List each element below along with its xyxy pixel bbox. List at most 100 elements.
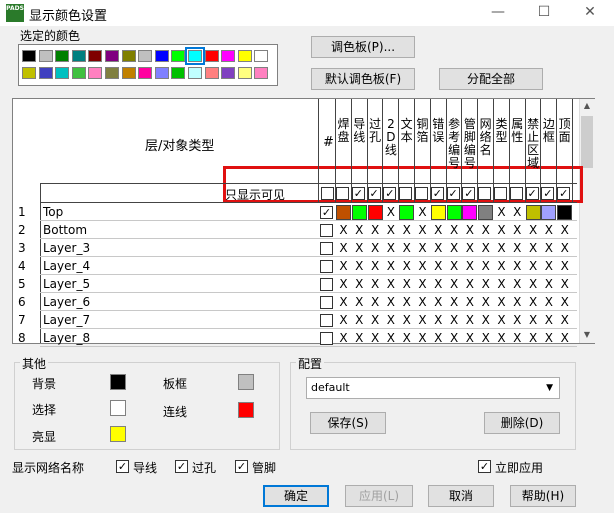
color-swatch[interactable] bbox=[55, 67, 70, 79]
color-swatch[interactable] bbox=[38, 50, 53, 62]
cancel-button[interactable]: 取消 bbox=[428, 485, 494, 507]
visible-only-checkbox[interactable]: ✓ bbox=[525, 187, 539, 200]
cell-disabled-mark[interactable]: X bbox=[399, 329, 414, 347]
visible-only-checkbox[interactable] bbox=[509, 187, 523, 200]
cell-disabled-mark[interactable]: X bbox=[478, 293, 493, 311]
cell-disabled-mark[interactable]: X bbox=[352, 239, 367, 257]
cell-disabled-mark[interactable]: X bbox=[415, 221, 430, 239]
cell-disabled-mark[interactable]: X bbox=[510, 311, 525, 329]
board-frame-color-sample[interactable] bbox=[238, 374, 254, 390]
cell-disabled-mark[interactable]: X bbox=[510, 221, 525, 239]
visible-only-checkbox[interactable]: ✓ bbox=[462, 187, 476, 200]
scroll-down-icon[interactable]: ▼ bbox=[581, 330, 593, 340]
cell-disabled-mark[interactable]: X bbox=[494, 239, 509, 257]
cell-disabled-mark[interactable]: X bbox=[336, 221, 351, 239]
cell-disabled-mark[interactable]: X bbox=[368, 293, 383, 311]
cell-disabled-mark[interactable]: X bbox=[368, 257, 383, 275]
cell-disabled-mark[interactable]: X bbox=[526, 239, 541, 257]
highlight-color-sample[interactable] bbox=[110, 426, 126, 442]
cell-disabled-mark[interactable]: X bbox=[383, 311, 398, 329]
cell-disabled-mark[interactable]: X bbox=[415, 293, 430, 311]
cell-disabled-mark[interactable]: X bbox=[399, 275, 414, 293]
cell-color[interactable] bbox=[367, 205, 383, 220]
selection-color-sample[interactable] bbox=[110, 400, 126, 416]
color-swatch[interactable] bbox=[154, 50, 169, 62]
scroll-up-icon[interactable]: ▲ bbox=[581, 101, 593, 111]
color-swatch[interactable] bbox=[254, 50, 269, 62]
cell-disabled-mark[interactable]: X bbox=[368, 311, 383, 329]
cell-disabled-mark[interactable]: X bbox=[431, 275, 446, 293]
layer-visible-checkbox[interactable]: ✓ bbox=[320, 206, 333, 219]
cell-disabled-mark[interactable]: X bbox=[462, 257, 477, 275]
cell-disabled-mark[interactable]: X bbox=[336, 293, 351, 311]
cell-disabled-mark[interactable]: X bbox=[526, 221, 541, 239]
layer-visible-checkbox[interactable] bbox=[320, 224, 333, 237]
cell-disabled-mark[interactable]: X bbox=[541, 329, 556, 347]
color-swatch[interactable] bbox=[71, 50, 86, 62]
default-palette-button[interactable]: 默认调色板(F) bbox=[311, 68, 415, 90]
cell-disabled-mark[interactable]: X bbox=[541, 221, 556, 239]
color-swatch[interactable] bbox=[221, 67, 236, 79]
cell-disabled-mark[interactable]: X bbox=[431, 311, 446, 329]
cell-disabled-mark[interactable]: X bbox=[526, 275, 541, 293]
cell-disabled-mark[interactable]: X bbox=[399, 257, 414, 275]
cell-disabled-mark[interactable]: X bbox=[383, 239, 398, 257]
color-swatch[interactable] bbox=[221, 50, 236, 62]
color-swatch[interactable] bbox=[171, 67, 186, 79]
cell-disabled-mark[interactable]: X bbox=[431, 329, 446, 347]
pin-checkbox[interactable]: ✓ bbox=[235, 460, 248, 473]
color-swatch[interactable] bbox=[22, 50, 36, 62]
cell-color[interactable] bbox=[446, 205, 462, 220]
cell-disabled-mark[interactable]: X bbox=[494, 257, 509, 275]
cell-disabled-mark[interactable]: X bbox=[383, 257, 398, 275]
cell-disabled-mark[interactable]: X bbox=[478, 311, 493, 329]
cell-color[interactable] bbox=[462, 205, 478, 220]
cell-disabled-mark[interactable]: X bbox=[557, 239, 572, 257]
visible-only-checkbox[interactable]: ✓ bbox=[367, 187, 381, 200]
cell-disabled-mark[interactable]: X bbox=[557, 275, 572, 293]
cell-disabled-mark[interactable]: X bbox=[368, 239, 383, 257]
color-swatch[interactable] bbox=[88, 50, 103, 62]
layer-visible-checkbox[interactable] bbox=[320, 314, 333, 327]
cell-disabled-mark[interactable]: X bbox=[494, 329, 509, 347]
cell-disabled-mark[interactable]: X bbox=[478, 257, 493, 275]
cell-disabled-mark[interactable]: X bbox=[447, 329, 462, 347]
cell-disabled-mark[interactable]: X bbox=[352, 293, 367, 311]
visible-only-checkbox[interactable] bbox=[478, 187, 492, 200]
cell-disabled-mark[interactable]: X bbox=[352, 221, 367, 239]
cell-disabled-mark[interactable]: X bbox=[399, 293, 414, 311]
cell-color[interactable] bbox=[430, 205, 446, 220]
visible-only-checkbox[interactable]: ✓ bbox=[446, 187, 460, 200]
color-swatch[interactable] bbox=[171, 50, 186, 62]
cell-disabled-mark[interactable]: X bbox=[447, 275, 462, 293]
color-swatch[interactable] bbox=[121, 50, 136, 62]
layer-visible-checkbox[interactable] bbox=[320, 242, 333, 255]
cell-disabled-mark[interactable]: X bbox=[510, 275, 525, 293]
color-swatch[interactable] bbox=[22, 67, 36, 79]
cell-disabled-mark[interactable]: X bbox=[447, 311, 462, 329]
cell-disabled-mark[interactable]: X bbox=[557, 293, 572, 311]
cell-disabled-mark[interactable]: X bbox=[510, 329, 525, 347]
cell-disabled-mark[interactable]: X bbox=[336, 275, 351, 293]
background-color-sample[interactable] bbox=[110, 374, 126, 390]
trace-checkbox[interactable]: ✓ bbox=[116, 460, 129, 473]
visible-only-hash-checkbox[interactable] bbox=[321, 187, 334, 200]
help-button[interactable]: 帮助(H) bbox=[510, 485, 576, 507]
cell-disabled-mark[interactable]: X bbox=[352, 311, 367, 329]
cell-disabled-mark[interactable]: X bbox=[352, 257, 367, 275]
cell-disabled-mark[interactable]: X bbox=[383, 329, 398, 347]
cell-disabled-mark[interactable]: X bbox=[510, 293, 525, 311]
visible-only-checkbox[interactable]: ✓ bbox=[430, 187, 444, 200]
cell-disabled-mark[interactable]: X bbox=[510, 239, 525, 257]
visible-only-checkbox[interactable]: ✓ bbox=[557, 187, 571, 200]
color-swatch[interactable] bbox=[121, 67, 136, 79]
cell-disabled-mark[interactable]: X bbox=[478, 239, 493, 257]
visible-only-checkbox[interactable] bbox=[336, 187, 349, 200]
cell-disabled-mark[interactable]: X bbox=[447, 257, 462, 275]
cell-disabled-mark[interactable]: X bbox=[399, 311, 414, 329]
cell-disabled-mark[interactable]: X bbox=[352, 329, 367, 347]
layer-visible-checkbox[interactable] bbox=[320, 332, 333, 345]
cell-disabled-mark[interactable]: X bbox=[462, 221, 477, 239]
cell-disabled-mark[interactable]: X bbox=[557, 311, 572, 329]
color-swatch[interactable] bbox=[185, 47, 205, 65]
